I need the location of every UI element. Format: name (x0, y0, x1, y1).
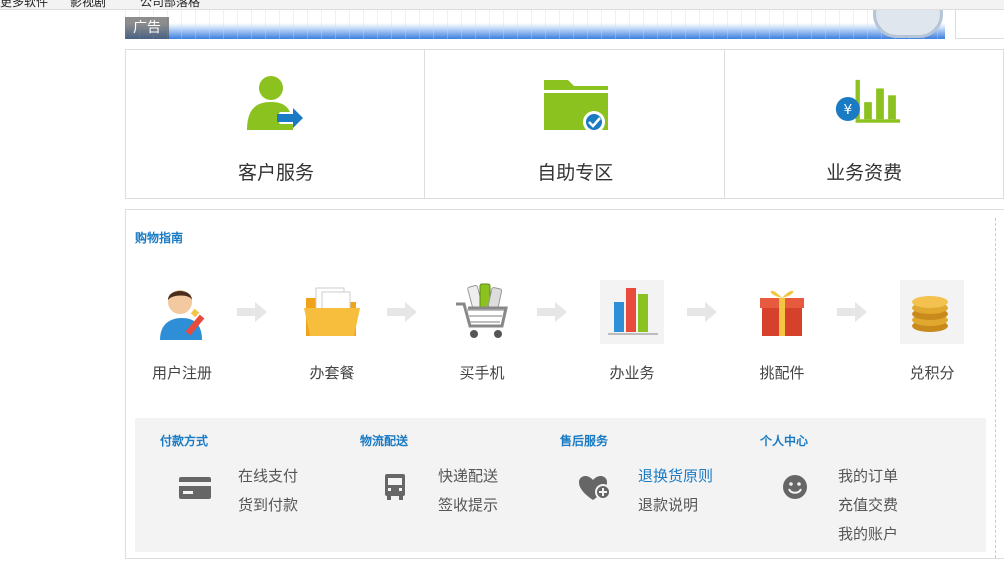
link-recharge[interactable]: 充值交费 (838, 491, 898, 520)
heart-plus-icon (579, 475, 611, 500)
self-service-folder-icon (544, 80, 609, 133)
gift-box-icon (760, 290, 804, 336)
link-refund-notes[interactable]: 退款说明 (638, 491, 713, 520)
service-label: 业务资费 (826, 162, 903, 184)
step-label: 办套餐 (309, 364, 355, 382)
customer-service-icon (247, 76, 303, 130)
step-label: 用户注册 (151, 364, 212, 382)
link-my-account[interactable]: 我的账户 (838, 520, 898, 549)
service-self[interactable]: 自助专区 (425, 50, 725, 198)
link-cash-on-delivery[interactable]: 货到付款 (238, 491, 298, 520)
truck-icon (385, 474, 405, 500)
column-title: 个人中心 (760, 434, 809, 448)
guide-title: 购物指南 (135, 231, 184, 245)
arrow-right-icon (687, 302, 717, 322)
link-online-pay[interactable]: 在线支付 (238, 462, 298, 491)
link-my-orders[interactable]: 我的订单 (838, 462, 898, 491)
link-return-policy[interactable]: 退换货原则 (638, 462, 713, 491)
help-column-account: 个人中心 我的订单 充值交费 我的账户 (735, 418, 986, 552)
coins-icon (900, 280, 964, 344)
step-package[interactable]: 办套餐 (287, 280, 377, 383)
service-tariff[interactable]: ¥ 业务资费 (725, 50, 1003, 198)
column-title: 物流配送 (360, 434, 409, 448)
service-label: 自助专区 (537, 162, 614, 184)
step-label: 挑配件 (759, 364, 805, 382)
step-register[interactable]: 用户注册 (137, 280, 227, 383)
help-column-payment: 付款方式 在线支付 货到付款 (135, 418, 335, 552)
bookmark-item[interactable]: 影视剧 (70, 0, 106, 9)
ad-graphic (873, 10, 943, 38)
shopping-guide: 购物指南 用户注册 办套餐 买手机 办业务 挑配件 兑积分 付款方式 在线支付 … (125, 209, 1004, 559)
column-title: 付款方式 (160, 434, 209, 448)
package-folder-icon (304, 287, 360, 336)
service-label: 客户服务 (237, 162, 314, 184)
tariff-chart-icon: ¥ (835, 79, 900, 123)
ad-label: 广告 (125, 17, 169, 39)
service-nav: 客户服务 自助专区 ¥ 业务资费 (125, 49, 1004, 199)
arrow-right-icon (237, 302, 267, 322)
column-title: 售后服务 (560, 434, 609, 448)
service-customer[interactable]: 客户服务 (126, 50, 426, 198)
shopping-cart-icon (456, 283, 508, 338)
link-receipt-tips[interactable]: 签收提示 (438, 491, 498, 520)
side-panel-edge (955, 10, 1004, 39)
credit-card-icon (179, 477, 211, 499)
step-buy-phone[interactable]: 买手机 (437, 280, 527, 383)
bookmark-bar: 更多软件 影视剧 公司部落格 (0, 0, 1004, 10)
help-column-delivery: 物流配送 快递配送 签收提示 (335, 418, 535, 552)
svg-text:¥: ¥ (843, 102, 852, 118)
help-panel: 付款方式 在线支付 货到付款 物流配送 快递配送 签收提示 售后服务 退换货原则… (135, 418, 986, 552)
bar-chart-icon (600, 280, 664, 344)
arrow-right-icon (537, 302, 567, 322)
step-label: 买手机 (459, 364, 505, 382)
step-label: 兑积分 (909, 364, 955, 382)
ad-banner[interactable]: 广告 (125, 10, 945, 39)
smiley-icon (783, 475, 807, 499)
step-business[interactable]: 办业务 (587, 280, 677, 383)
help-column-aftersale: 售后服务 退换货原则 退款说明 (535, 418, 735, 552)
user-register-icon (160, 290, 205, 340)
step-label: 办业务 (609, 364, 655, 382)
step-points[interactable]: 兑积分 (887, 280, 977, 383)
bookmark-item[interactable]: 更多软件 (0, 0, 48, 9)
arrow-right-icon (837, 302, 867, 322)
arrow-right-icon (387, 302, 417, 322)
step-accessories[interactable]: 挑配件 (737, 280, 827, 383)
link-express-delivery[interactable]: 快递配送 (438, 462, 498, 491)
bookmark-item[interactable]: 公司部落格 (140, 0, 200, 9)
